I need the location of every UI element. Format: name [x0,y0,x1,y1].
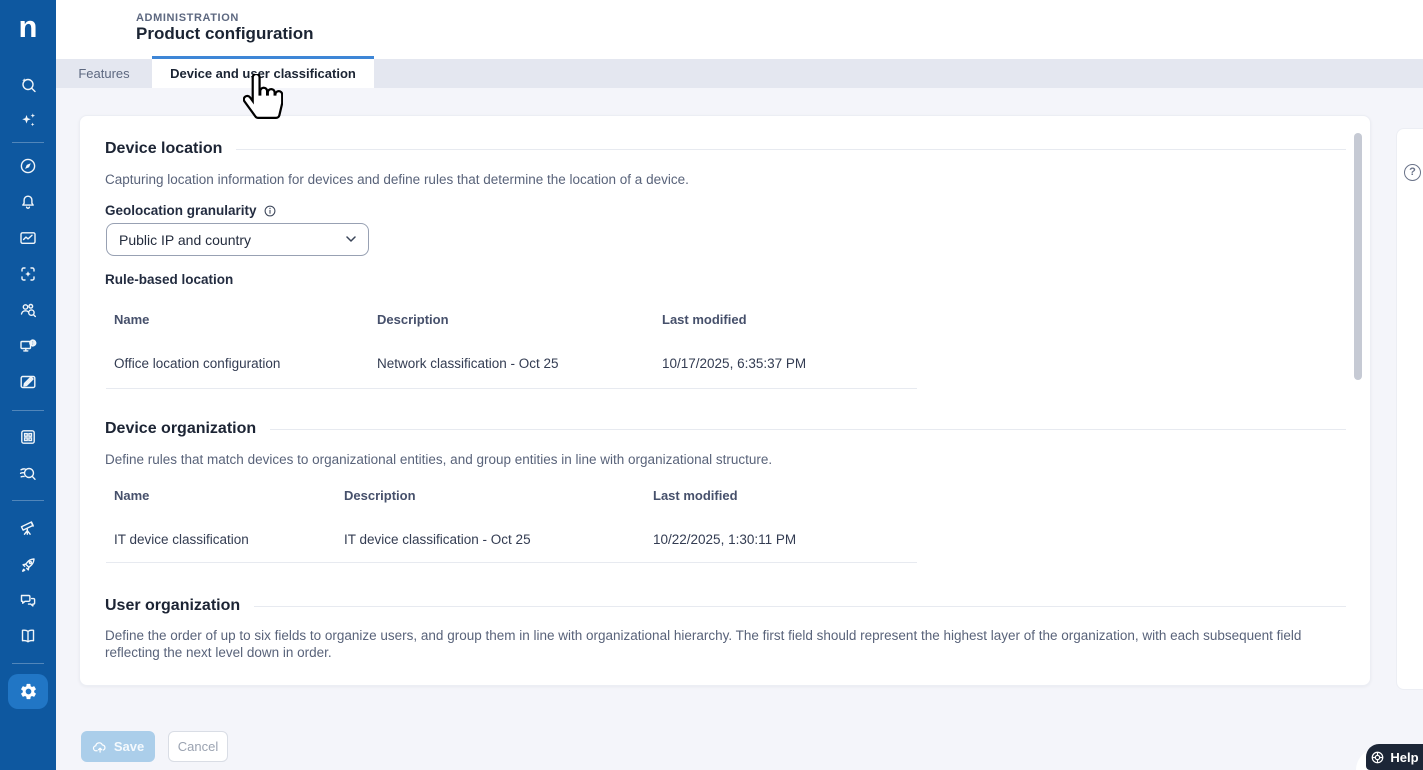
sidebar-item-policies[interactable] [18,372,38,392]
user-organization-section-header: User organization [105,597,1346,615]
sidebar-divider [12,500,44,501]
rocket-icon [22,558,35,572]
chat-icon [20,594,36,607]
section-title: Device organization [105,420,257,437]
tab-features[interactable]: Features [56,59,152,88]
save-button-label: Save [113,739,145,754]
rule-based-location-subheading: Rule-based location [105,272,234,287]
sidebar-item-ai-search[interactable] [18,75,38,95]
user-search-icon [20,303,36,318]
scan-sparkle-icon [21,267,35,281]
user-organization-description: Define the order of up to six fields to … [105,628,1302,660]
cloud-upload-icon [92,741,106,753]
section-title: User organization [105,597,241,614]
help-button-label: Help [1390,749,1419,765]
sidebar-divider [12,410,44,411]
settings-card: Device location Capturing location infor… [79,115,1371,686]
device-organization-description: Define rules that match devices to organ… [105,452,773,467]
ai-search-icon [22,78,36,93]
geolocation-granularity-select[interactable]: Public IP and country [106,223,369,256]
table1-header-last-modified[interactable]: Last modified [662,312,747,327]
section-divider [254,605,1346,607]
table1-row-last-modified: 10/17/2025, 6:35:37 PM [662,356,807,371]
geolocation-granularity-label: Geolocation granularity [105,203,277,218]
sidebar-divider [12,663,44,664]
sidebar-item-copilot[interactable] [18,110,38,130]
compass-icon [20,158,36,174]
tab-bar: Features Device and user classification [56,56,1423,88]
info-icon[interactable] [263,204,277,218]
table-row-divider [106,562,917,563]
lifebuoy-icon [1372,751,1384,763]
sidebar-item-docs[interactable] [18,626,38,646]
breadcrumb: ADMINISTRATION [136,12,239,24]
table1-row-description: Network classification - Oct 25 [377,356,559,371]
page-title: Product configuration [136,24,314,43]
browser-edit-icon [20,375,36,389]
table2-header-name[interactable]: Name [114,488,149,503]
geolocation-granularity-text: Geolocation granularity [105,203,257,218]
help-question-icon[interactable]: ? [1404,164,1421,181]
table1-header-name[interactable]: Name [114,312,149,327]
bell-icon [22,195,34,209]
table2-header-description[interactable]: Description [344,488,416,503]
cancel-button[interactable]: Cancel [168,731,228,762]
sidebar-item-apps[interactable] [18,427,38,447]
sidebar-divider [12,142,44,143]
settings-gear-icon [20,683,36,700]
section-divider [270,428,1346,430]
device-globe-icon [20,339,37,352]
section-divider [236,148,1346,150]
sidebar-item-user-search[interactable] [18,300,38,320]
help-button[interactable]: Help [1366,744,1423,770]
table1-row-name[interactable]: Office location configuration [114,356,280,371]
cancel-button-label: Cancel [177,739,219,754]
sidebar-item-discovery[interactable] [18,264,38,284]
sidebar-item-dashboards[interactable] [18,228,38,248]
tab-device-user-classification[interactable]: Device and user classification [152,56,374,88]
table2-header-last-modified[interactable]: Last modified [653,488,738,503]
sidebar-item-explore[interactable] [18,156,38,176]
save-button[interactable]: Save [81,731,155,762]
sidebar-item-alerts[interactable] [18,192,38,212]
sidebar-item-insights[interactable] [18,518,38,538]
device-location-section-header: Device location [105,140,1346,158]
telescope-icon [20,521,34,535]
sidebar: n [0,0,56,770]
select-value: Public IP and country [119,231,252,248]
section-title: Device location [105,140,223,157]
netskope-logo[interactable]: n [0,6,56,48]
table-row-divider [106,388,917,389]
table2-row-last-modified: 10/22/2025, 1:30:11 PM [653,532,797,547]
book-icon [21,629,35,643]
sidebar-item-getting-started[interactable] [18,555,38,575]
device-organization-section-header: Device organization [105,420,1346,438]
sparkles-icon [22,113,35,127]
swirl-search-icon [19,467,36,480]
sidebar-item-settings-active[interactable] [8,674,48,709]
sidebar-item-support-chat[interactable] [18,590,38,610]
sidebar-item-investigate[interactable] [18,464,38,484]
page-header: ADMINISTRATION Product configuration [56,0,1423,59]
table2-row-description: IT device classification - Oct 25 [344,532,531,547]
dashboard-icon [20,232,36,245]
device-location-description: Capturing location information for devic… [105,172,689,187]
table2-row-name[interactable]: IT device classification [114,532,249,547]
help-side-panel [1396,128,1423,690]
vertical-scrollbar-thumb[interactable] [1354,133,1362,380]
table1-header-description[interactable]: Description [377,312,449,327]
apps-grid-icon [21,430,35,444]
chevron-down-icon [346,236,356,242]
sidebar-item-devices[interactable] [18,336,38,356]
